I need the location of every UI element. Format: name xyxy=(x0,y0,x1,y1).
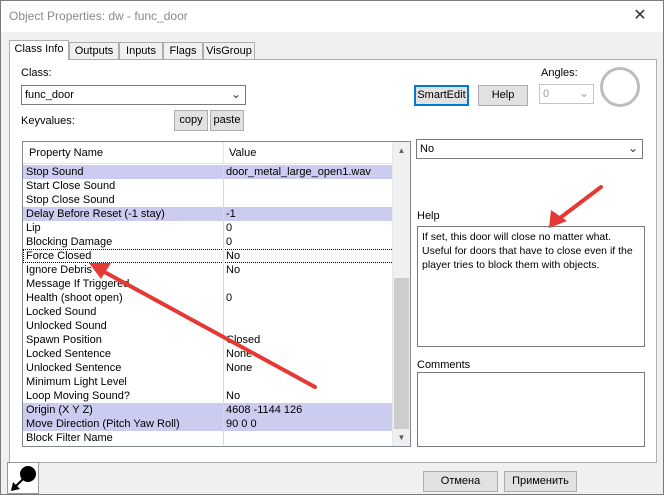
tab-class-info[interactable]: Class Info xyxy=(9,40,69,60)
annotation-arrow-help xyxy=(554,185,603,223)
object-properties-dialog: Object Properties: dw - func_door ✕ Clas… xyxy=(0,0,664,495)
annotation-arrows xyxy=(89,185,603,389)
annotation-arrow-force-closed xyxy=(97,267,317,389)
arrowhead-force-closed xyxy=(89,263,111,279)
